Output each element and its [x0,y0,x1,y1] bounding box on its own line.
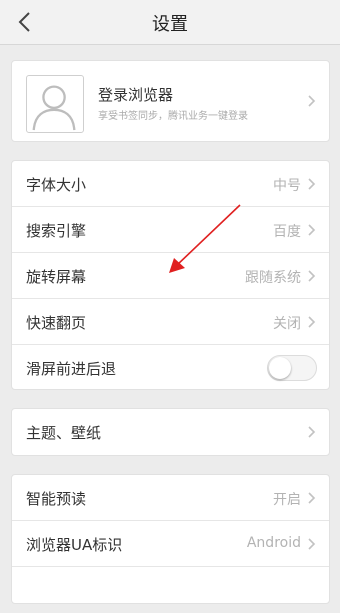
row-label: 快速翻页 [26,314,87,332]
row-value: Android [246,535,301,551]
row-value: 百度 [273,224,301,240]
login-title: 登录浏览器 [98,86,174,104]
row-value: 关闭 [273,316,301,332]
toggle-knob [269,357,291,379]
row-value: 中号 [273,178,301,194]
row-value: 开启 [273,492,301,508]
settings-group-theme: 主题、壁纸 [11,408,330,456]
chevron-right-icon [308,316,316,328]
row-partially-visible[interactable] [12,567,329,613]
row-rotate-screen[interactable]: 旋转屏幕 跟随系统 [12,253,329,299]
row-label: 浏览器UA标识 [26,536,123,554]
chevron-right-icon [308,224,316,236]
row-smart-preload[interactable]: 智能预读 开启 [12,475,329,521]
row-value: 跟随系统 [245,270,301,286]
row-label: 智能预读 [26,490,87,508]
page-title: 设置 [152,14,188,35]
account-card[interactable]: 登录浏览器 享受书签同步，腾讯业务一键登录 [11,60,330,142]
row-label: 搜索引擎 [26,222,87,240]
row-swipe-navigation: 滑屏前进后退 [12,345,329,391]
row-label: 主题、壁纸 [26,424,102,442]
chevron-right-icon [308,426,316,438]
chevron-right-icon [308,178,316,190]
chevron-right-icon [308,95,316,107]
row-label: 旋转屏幕 [26,268,87,286]
user-silhouette-icon [32,85,76,131]
login-subtitle: 享受书签同步，腾讯业务一键登录 [98,111,248,122]
login-row[interactable]: 登录浏览器 享受书签同步，腾讯业务一键登录 [12,61,329,141]
swipe-navigation-toggle[interactable] [267,355,317,381]
chevron-right-icon [308,538,316,550]
row-quick-page-turn[interactable]: 快速翻页 关闭 [12,299,329,345]
top-bar: 设置 [0,0,340,45]
row-label: 滑屏前进后退 [26,360,117,378]
avatar [26,75,84,133]
row-search-engine[interactable]: 搜索引擎 百度 [12,207,329,253]
settings-group-display: 字体大小 中号 搜索引擎 百度 旋转屏幕 跟随系统 快速翻页 关闭 滑屏前进后退 [11,160,330,390]
row-theme-wallpaper[interactable]: 主题、壁纸 [12,409,329,455]
row-browser-ua[interactable]: 浏览器UA标识 Android [12,521,329,567]
row-font-size[interactable]: 字体大小 中号 [12,161,329,207]
chevron-right-icon [308,270,316,282]
row-label: 字体大小 [26,176,87,194]
chevron-right-icon [308,492,316,504]
